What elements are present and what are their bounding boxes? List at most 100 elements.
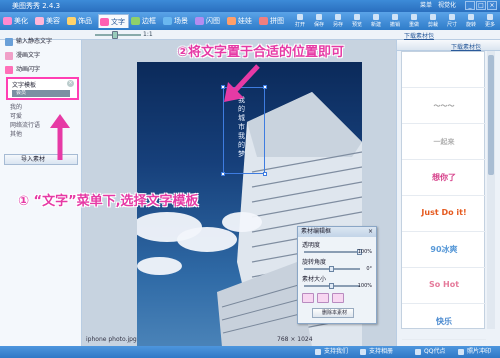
template-thumbnail-grid: ～～～ 一起来 想你了 Just Do it! 90冰爽 So Hot 快乐 [401, 51, 486, 340]
instruction-callout-1: ① “文字”菜单下,选择文字模板 [18, 194, 199, 209]
tab-beautify[interactable]: 美化 [2, 14, 33, 28]
support-us-link[interactable]: 支持我们 [315, 348, 348, 356]
template-thumbnail[interactable]: 快乐 [402, 304, 486, 340]
flip-vertical-button[interactable] [317, 293, 329, 303]
tab-collage[interactable]: 拼图 [258, 14, 289, 28]
copy-material-button[interactable] [332, 293, 344, 303]
beautify-icon [3, 17, 12, 25]
arrow-down-left-icon [224, 64, 260, 102]
flip-horizontal-button[interactable] [302, 293, 314, 303]
close-window-button[interactable]: × [487, 1, 497, 10]
title-bar: 美图秀秀 2.4.3 菜单 视觉化 _ □ × [0, 0, 500, 12]
save-button[interactable]: 保存 [311, 13, 327, 29]
size-label: 素材大小 [302, 276, 327, 283]
size-slider-knob[interactable] [329, 283, 334, 289]
visual-link[interactable]: 视觉化 [438, 0, 456, 12]
zoom-track[interactable] [95, 34, 141, 36]
template-thumbnail[interactable]: 想你了 [402, 160, 486, 196]
template-thumbnail[interactable]: 一起来 [402, 124, 486, 160]
tab-border[interactable]: 边框 [130, 14, 161, 28]
material-edit-panel: 素材编辑框 × 透明度 100% 旋转角度 0° 素材大小 100% 删除本素材 [297, 226, 377, 324]
sub-toolbar: 1:1 下载素材包 [0, 30, 500, 40]
collage-icon [259, 17, 268, 25]
tab-decorations[interactable]: 饰品 [66, 14, 97, 28]
resize-button[interactable]: 尺寸 [444, 13, 460, 29]
zoom-value: 1:1 [143, 31, 153, 38]
decorations-icon [67, 17, 76, 25]
tab-flash[interactable]: 闪图 [194, 14, 225, 28]
opacity-label: 透明度 [302, 242, 321, 249]
template-thumbnail[interactable]: Just Do it! [402, 196, 486, 232]
template-subitem[interactable]: 网络流行语 [10, 120, 40, 129]
resize-handle[interactable] [263, 172, 267, 176]
panel-header: 素材编辑框 × [298, 227, 376, 237]
app-window: 美图秀秀 2.4.3 菜单 视觉化 _ □ × 美化 美容 饰品 文字 边框 场… [0, 0, 500, 358]
rotation-label: 旋转角度 [302, 259, 327, 266]
opacity-slider[interactable] [304, 251, 360, 253]
size-value: 100% [357, 283, 372, 289]
tab-scene[interactable]: 场景 [162, 14, 193, 28]
opacity-value: 100% [357, 249, 372, 255]
more-button[interactable]: 更多 [482, 13, 498, 29]
template-subitem[interactable]: 可爱 [10, 111, 22, 120]
support-album-link[interactable]: 支持相册 [360, 348, 393, 356]
main-toolbar: 美化 美容 饰品 文字 边框 场景 闪图 娃娃 拼图 打开 保存 另存 预览 新… [0, 12, 500, 30]
rotate-button[interactable]: 旋转 [463, 13, 479, 29]
scene-icon [163, 17, 172, 25]
rotation-slider-knob[interactable] [329, 266, 334, 272]
resize-handle[interactable] [221, 172, 225, 176]
minimize-button[interactable]: _ [465, 1, 475, 10]
material-panel-header: 下载素材包 [397, 40, 500, 51]
sidebar-item-static-text[interactable]: 输入静态文字 [3, 36, 52, 48]
scrollbar-thumb[interactable] [488, 55, 494, 175]
cloud-shape [177, 227, 237, 252]
download-more-link[interactable]: 下载素材包 [451, 42, 481, 51]
crop-button[interactable]: 剪裁 [425, 13, 441, 29]
menu-link[interactable]: 菜单 [420, 0, 432, 12]
rotation-value: 0° [366, 266, 372, 272]
delete-material-button[interactable]: 删除本素材 [312, 308, 354, 318]
save-as-button[interactable]: 另存 [330, 13, 346, 29]
template-selected-item[interactable]: 会员 [12, 90, 70, 97]
new-button[interactable]: 新建 [368, 13, 384, 29]
resize-handle[interactable] [263, 85, 267, 89]
template-subitem[interactable]: 其他 [10, 129, 22, 138]
redo-button[interactable]: 重做 [406, 13, 422, 29]
photo-print-link[interactable]: 照片冲印 [458, 348, 491, 356]
face-icon [35, 17, 44, 25]
sidebar-item-animated-text[interactable]: 动画闪字 [3, 64, 40, 76]
text-input-icon [5, 38, 13, 46]
open-button[interactable]: 打开 [292, 13, 308, 29]
preview-button[interactable]: 预览 [349, 13, 365, 29]
zoom-slider-knob[interactable] [112, 31, 118, 39]
image-dimensions: 768 × 1024 [277, 336, 313, 343]
template-category[interactable]: 文字模板 × 会员 [6, 77, 79, 100]
template-thumbnail[interactable]: So Hot [402, 268, 486, 304]
arrow-up-icon [50, 114, 70, 160]
animated-text-icon [5, 66, 13, 74]
tab-text[interactable]: 文字 [98, 14, 129, 28]
text-icon [100, 18, 109, 26]
instruction-callout-2: ②将文字置于合适的位置即可 [177, 45, 345, 60]
file-name: iphone photo.jpg [86, 336, 137, 343]
template-thumbnail[interactable]: 90冰爽 [402, 232, 486, 268]
border-icon [131, 17, 140, 25]
panel-close-icon[interactable]: × [368, 227, 373, 237]
template-thumbnail[interactable] [402, 52, 486, 88]
comic-text-icon [5, 52, 13, 60]
maximize-button[interactable]: □ [476, 1, 486, 10]
status-bar: 支持我们 支持相册 QQ代点 照片冲印 [0, 346, 500, 358]
sidebar-item-comic-text[interactable]: 漫画文字 [3, 50, 40, 62]
collapse-icon[interactable]: × [67, 80, 74, 87]
cloud-shape [222, 212, 262, 232]
template-subitem[interactable]: 我的 [10, 102, 22, 111]
template-category-label: 文字模板 [12, 82, 37, 89]
thumbnail-scrollbar[interactable] [487, 51, 495, 329]
tab-face[interactable]: 美容 [34, 14, 65, 28]
undo-button[interactable]: 撤销 [387, 13, 403, 29]
window-title: 美图秀秀 2.4.3 [12, 2, 61, 10]
template-thumbnail[interactable]: ～～～ [402, 88, 486, 124]
tab-doll[interactable]: 娃娃 [226, 14, 257, 28]
download-materials-link[interactable]: 下载素材包 [404, 31, 434, 40]
qq-link[interactable]: QQ代点 [415, 348, 445, 356]
